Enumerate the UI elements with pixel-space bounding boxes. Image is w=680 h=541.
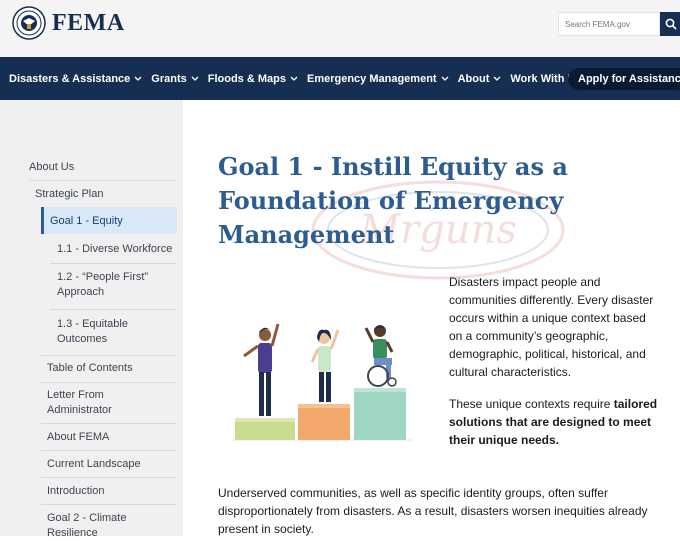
divider [29,180,177,181]
sidebar-item-about-us[interactable]: About Us [29,160,74,175]
search-icon [665,18,677,30]
equity-illustration [232,323,412,441]
nav-disasters-assistance[interactable]: Disasters & Assistance [9,73,142,85]
nav-label: Disasters & Assistance [9,72,131,85]
divider [41,355,177,356]
nav-floods-maps[interactable]: Floods & Maps [208,73,298,85]
logo-text: FEMA [52,9,125,36]
divider [50,263,177,264]
nav-about[interactable]: About [458,73,502,85]
main-nav: Disasters & Assistance Grants Floods & M… [0,57,680,100]
chevron-down-icon [191,76,199,81]
divider [41,423,177,424]
apply-for-assistance-button[interactable]: Apply for Assistance [568,68,680,90]
nav-grants[interactable]: Grants [151,72,199,85]
divider [41,382,177,383]
paragraph-text: These unique contexts require [449,397,614,411]
sidebar-item-goal-1-equity[interactable]: Goal 1 - Equity [50,214,123,229]
divider [41,504,177,505]
sidebar-item-diverse-workforce[interactable]: 1.1 - Diverse Workforce [57,242,172,257]
fema-logo[interactable]: FEMA [12,6,125,40]
underserved-paragraph: Underserved communities, as well as spec… [218,486,648,536]
page-title: Goal 1 - Instill Equity as a Foundation … [218,152,568,249]
search-button[interactable] [660,12,680,36]
chevron-down-icon [493,76,501,81]
divider [41,450,177,451]
sidebar-item-equitable-outcomes[interactable]: 1.3 - Equitable Outcomes [57,317,147,347]
sidebar-item-current-landscape[interactable]: Current Landscape [47,457,141,472]
divider [41,477,177,478]
sidebar-item-introduction[interactable]: Introduction [47,484,104,499]
search-input[interactable] [558,12,660,36]
sidebar-item-people-first[interactable]: 1.2 - “People First” Approach [57,270,157,300]
nav-label: About [457,72,490,85]
nav-emergency-management[interactable]: Emergency Management [307,73,449,85]
sidebar-item-strategic-plan[interactable]: Strategic Plan [35,187,103,202]
fema-seal-icon [12,6,46,40]
top-header: FEMA [0,0,680,57]
chevron-down-icon [134,76,142,81]
divider [50,309,177,310]
intro-paragraph: Disasters impact people and communities … [449,275,654,379]
sidebar-item-about-fema[interactable]: About FEMA [47,430,109,445]
nav-label: Emergency Management [306,72,437,85]
chevron-down-icon [441,76,449,81]
nav-label: Grants [151,72,187,85]
tailored-solutions-paragraph: These unique contexts require tailored s… [449,395,661,449]
nav-label: Floods & Maps [207,72,286,85]
sidebar-item-table-of-contents[interactable]: Table of Contents [47,361,133,376]
sidebar-item-letter-from-administrator[interactable]: Letter From Administrator [47,388,137,418]
chevron-down-icon [290,76,298,81]
sidebar-item-goal-2-climate-resilience[interactable]: Goal 2 - Climate Resilience [47,511,137,541]
